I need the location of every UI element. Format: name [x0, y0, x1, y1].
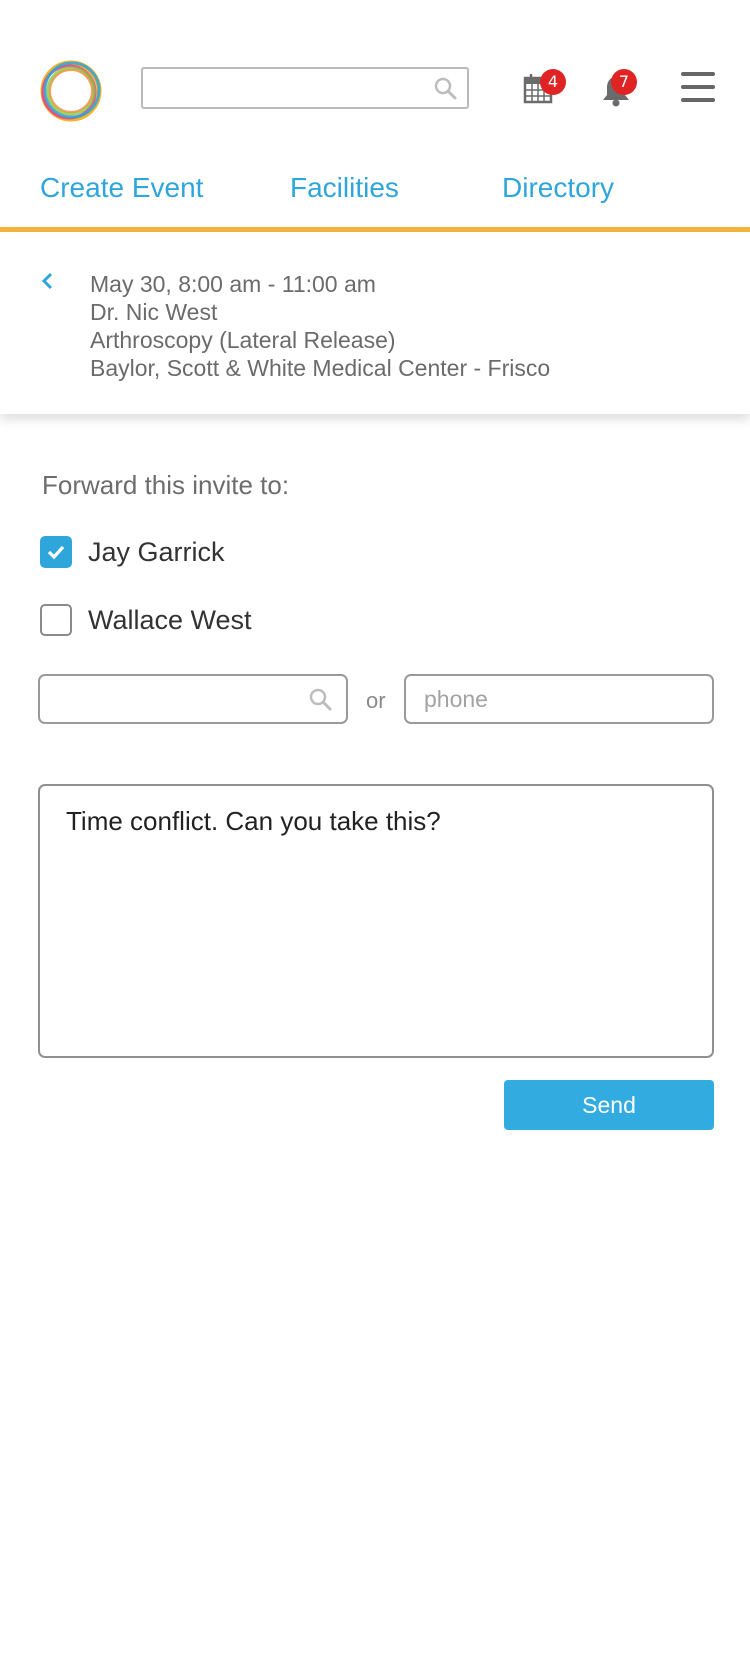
recipient-name: Jay Garrick — [88, 536, 225, 567]
back-chevron-icon[interactable] — [40, 270, 56, 292]
phone-field[interactable] — [404, 674, 714, 724]
calendar-badge: 4 — [540, 69, 566, 95]
event-details: May 30, 8:00 am - 11:00 am Dr. Nic West … — [90, 270, 550, 382]
recipient-checkbox[interactable] — [40, 536, 72, 568]
search-icon — [309, 688, 332, 711]
recipient-row[interactable]: Jay Garrick — [40, 535, 225, 569]
recipient-search-field[interactable] — [38, 674, 348, 724]
nav-create-event[interactable]: Create Event — [40, 172, 203, 204]
recipient-row[interactable]: Wallace West — [40, 603, 252, 637]
event-datetime: May 30, 8:00 am - 11:00 am — [90, 271, 376, 297]
event-procedure: Arthroscopy (Lateral Release) — [90, 327, 396, 353]
top-bar: 4 7 — [0, 0, 750, 140]
recipient-name: Wallace West — [88, 604, 252, 635]
recipient-search-input[interactable] — [40, 676, 346, 722]
nav-directory[interactable]: Directory — [502, 172, 614, 204]
hamburger-menu-icon[interactable] — [681, 72, 715, 102]
phone-input[interactable] — [406, 676, 712, 722]
global-search-input[interactable] — [141, 67, 469, 109]
or-separator: or — [366, 688, 386, 713]
nav-facilities[interactable]: Facilities — [290, 172, 399, 204]
event-doctor: Dr. Nic West — [90, 299, 218, 325]
event-location: Baylor, Scott & White Medical Center - F… — [90, 355, 551, 381]
search-icon — [434, 77, 457, 100]
checkmark-icon — [47, 545, 65, 560]
forward-label: Forward this invite to: — [42, 470, 290, 500]
notification-badge: 7 — [611, 69, 637, 95]
recipient-checkbox[interactable] — [40, 604, 72, 636]
event-summary-card: May 30, 8:00 am - 11:00 am Dr. Nic West … — [0, 232, 750, 414]
app-logo[interactable] — [38, 58, 104, 124]
main-nav: Create Event Facilities Directory — [0, 150, 750, 232]
message-textarea[interactable]: Time conflict. Can you take this? — [38, 784, 714, 1058]
send-button[interactable]: Send — [504, 1080, 714, 1130]
